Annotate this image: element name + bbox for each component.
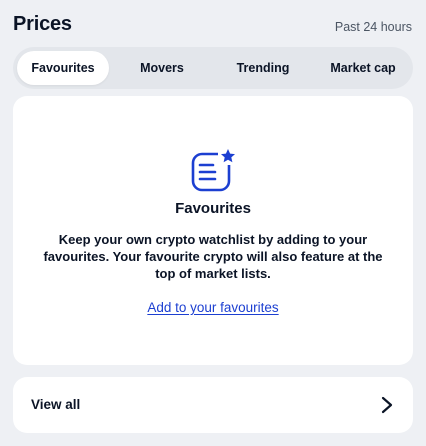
favourites-empty-card: Favourites Keep your own crypto watchlis… [13,96,413,365]
page-title: Prices [13,13,72,35]
tab-movers[interactable]: Movers [117,51,207,85]
add-to-favourites-link[interactable]: Add to your favourites [147,300,278,315]
tab-market-cap[interactable]: Market cap [317,51,409,85]
header: Prices Past 24 hours [0,0,426,50]
tab-trending[interactable]: Trending [217,51,309,85]
card-title: Favourites [175,200,251,217]
time-period-label: Past 24 hours [334,20,412,34]
view-all-button[interactable]: View all [13,377,413,433]
card-description: Keep your own crypto watchlist by adding… [43,232,383,281]
favourites-list-star-icon [191,148,237,192]
view-all-label: View all [31,397,81,412]
chevron-right-icon [381,396,393,414]
price-tabs: Favourites Movers Trending Market cap [13,47,413,89]
tab-favourites[interactable]: Favourites [17,51,109,85]
